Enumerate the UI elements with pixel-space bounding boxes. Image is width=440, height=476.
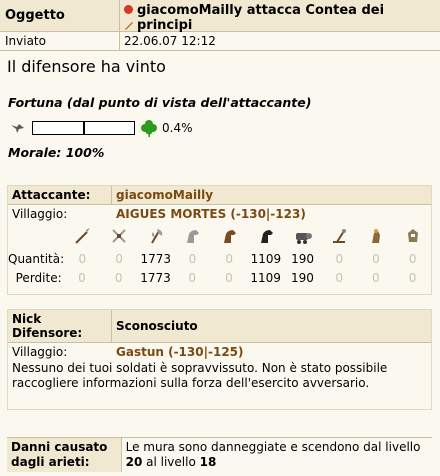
attacker-village-row: Villaggio: AIGUES MORTES (-130|-123) bbox=[8, 205, 431, 223]
quantity-cell: 190 bbox=[291, 251, 315, 266]
wall-level-to: 18 bbox=[199, 455, 217, 469]
sword-icon bbox=[101, 227, 138, 245]
fortune-percent: 0.4% bbox=[162, 121, 193, 135]
losses-cell: 0 bbox=[335, 270, 343, 285]
sent-label: Inviato bbox=[0, 32, 120, 50]
losses-cell: 0 bbox=[372, 270, 380, 285]
quantity-cell: 0 bbox=[188, 251, 197, 266]
ram-damage-mid: al livello bbox=[146, 455, 196, 469]
subject-row: Oggetto giacomoMailly attacca Contea dei… bbox=[0, 0, 440, 33]
bad-luck-icon bbox=[11, 124, 24, 133]
quantity-cell: 0 bbox=[225, 251, 233, 266]
wall-level-from: 20 bbox=[125, 455, 143, 469]
losses-cell: 0 bbox=[188, 270, 197, 285]
scout-icon bbox=[174, 227, 211, 245]
losses-cell: 190 bbox=[290, 270, 314, 285]
attacker-header: Attaccante: giacomoMailly bbox=[8, 186, 431, 205]
losses-row: Perdite: 0 0 1773 0 0 1109 190 0 0 0 bbox=[16, 268, 431, 287]
defender-message: Nessuno dei tuoi soldati è sopravvissuto… bbox=[12, 361, 388, 390]
quantity-cell: 0 bbox=[335, 251, 344, 266]
sent-value: 22.06.07 12:12 bbox=[124, 34, 216, 48]
losses-cell: 0 bbox=[225, 270, 233, 285]
ram-damage-text: Le mura sono danneggiate e scendono dal … bbox=[122, 438, 432, 472]
attacker-name[interactable]: giacomoMailly bbox=[112, 186, 217, 204]
attacker-label: Attaccante: bbox=[8, 186, 112, 204]
defender-label: Nick Difensore: bbox=[8, 310, 112, 342]
subject-text: giacomoMailly attacca Contea dei princip… bbox=[137, 3, 385, 33]
quantity-cell: 0 bbox=[372, 251, 380, 266]
losses-cell: 0 bbox=[408, 270, 417, 285]
quantity-cell: 1773 bbox=[140, 251, 172, 266]
attacker-box: Attaccante: giacomoMailly Villaggio: AIG… bbox=[7, 185, 432, 295]
axe-icon bbox=[137, 227, 174, 245]
sent-row: Inviato 22.06.07 12:12 bbox=[0, 32, 440, 51]
light-cavalry-icon bbox=[211, 227, 248, 245]
good-luck-clover-icon bbox=[141, 120, 157, 137]
defender-header: Nick Difensore: Sconosciuto bbox=[8, 310, 431, 343]
losses-cell: 1773 bbox=[140, 270, 171, 285]
ram-damage-row: Danni causato dagli arieti: Le mura sono… bbox=[7, 437, 432, 472]
quantity-label: Quantità: bbox=[8, 251, 65, 266]
quantity-cell: 0 bbox=[408, 251, 417, 266]
catapult-icon bbox=[321, 227, 358, 245]
subject-value: giacomoMailly attacca Contea dei princip… bbox=[120, 0, 440, 33]
troops-table: Quantità: 0 0 1773 0 0 1109 190 0 0 0 Perdite: 0 0… bbox=[8, 223, 431, 287]
quantity-row: Quantità: 0 0 1773 0 0 1109 190 0 0 0 bbox=[8, 249, 431, 268]
snob-icon bbox=[358, 227, 395, 245]
unit-icons-row bbox=[64, 223, 431, 249]
losses-cell: 1109 bbox=[250, 270, 281, 285]
fortune-bar bbox=[32, 121, 135, 135]
quantity-cell: 0 bbox=[115, 251, 123, 266]
attacker-village-label: Villaggio: bbox=[12, 207, 68, 221]
ram-damage-label: Danni causato dagli arieti: bbox=[7, 438, 122, 472]
ram-damage-prefix: Le mura sono danneggiate e scendono dal … bbox=[125, 440, 421, 454]
ram-icon bbox=[284, 227, 321, 245]
knight-icon bbox=[394, 227, 431, 245]
defender-village-row: Villaggio: Gastun (-130|-125) bbox=[8, 343, 431, 361]
defender-village-label: Villaggio: bbox=[12, 345, 68, 359]
quantity-cell: 0 bbox=[78, 251, 87, 266]
defender-name: Sconosciuto bbox=[116, 319, 198, 333]
attacker-village-link[interactable]: AIGUES MORTES (-130|-123) bbox=[112, 207, 310, 221]
fortune-row: 0.4% bbox=[10, 119, 193, 137]
morale-text: Morale: 100% bbox=[8, 145, 105, 160]
losses-label: Perdite: bbox=[15, 270, 62, 285]
heavy-cavalry-icon bbox=[248, 227, 285, 245]
rename-quill-icon[interactable] bbox=[124, 20, 134, 30]
quantity-cell: 1109 bbox=[250, 251, 282, 266]
losses-cell: 0 bbox=[78, 270, 86, 285]
defender-box: Nick Difensore: Sconosciuto Villaggio: G… bbox=[7, 309, 432, 410]
fortune-title: Fortuna (dal punto di vista dell'attacca… bbox=[8, 95, 312, 110]
spear-icon bbox=[64, 227, 101, 245]
defender-village-link[interactable]: Gastun (-130|-125) bbox=[112, 345, 248, 359]
result-title: Il difensore ha vinto bbox=[7, 57, 166, 76]
losses-cell: 0 bbox=[114, 270, 123, 285]
attack-pin-icon bbox=[124, 5, 133, 14]
subject-label: Oggetto bbox=[0, 0, 120, 31]
